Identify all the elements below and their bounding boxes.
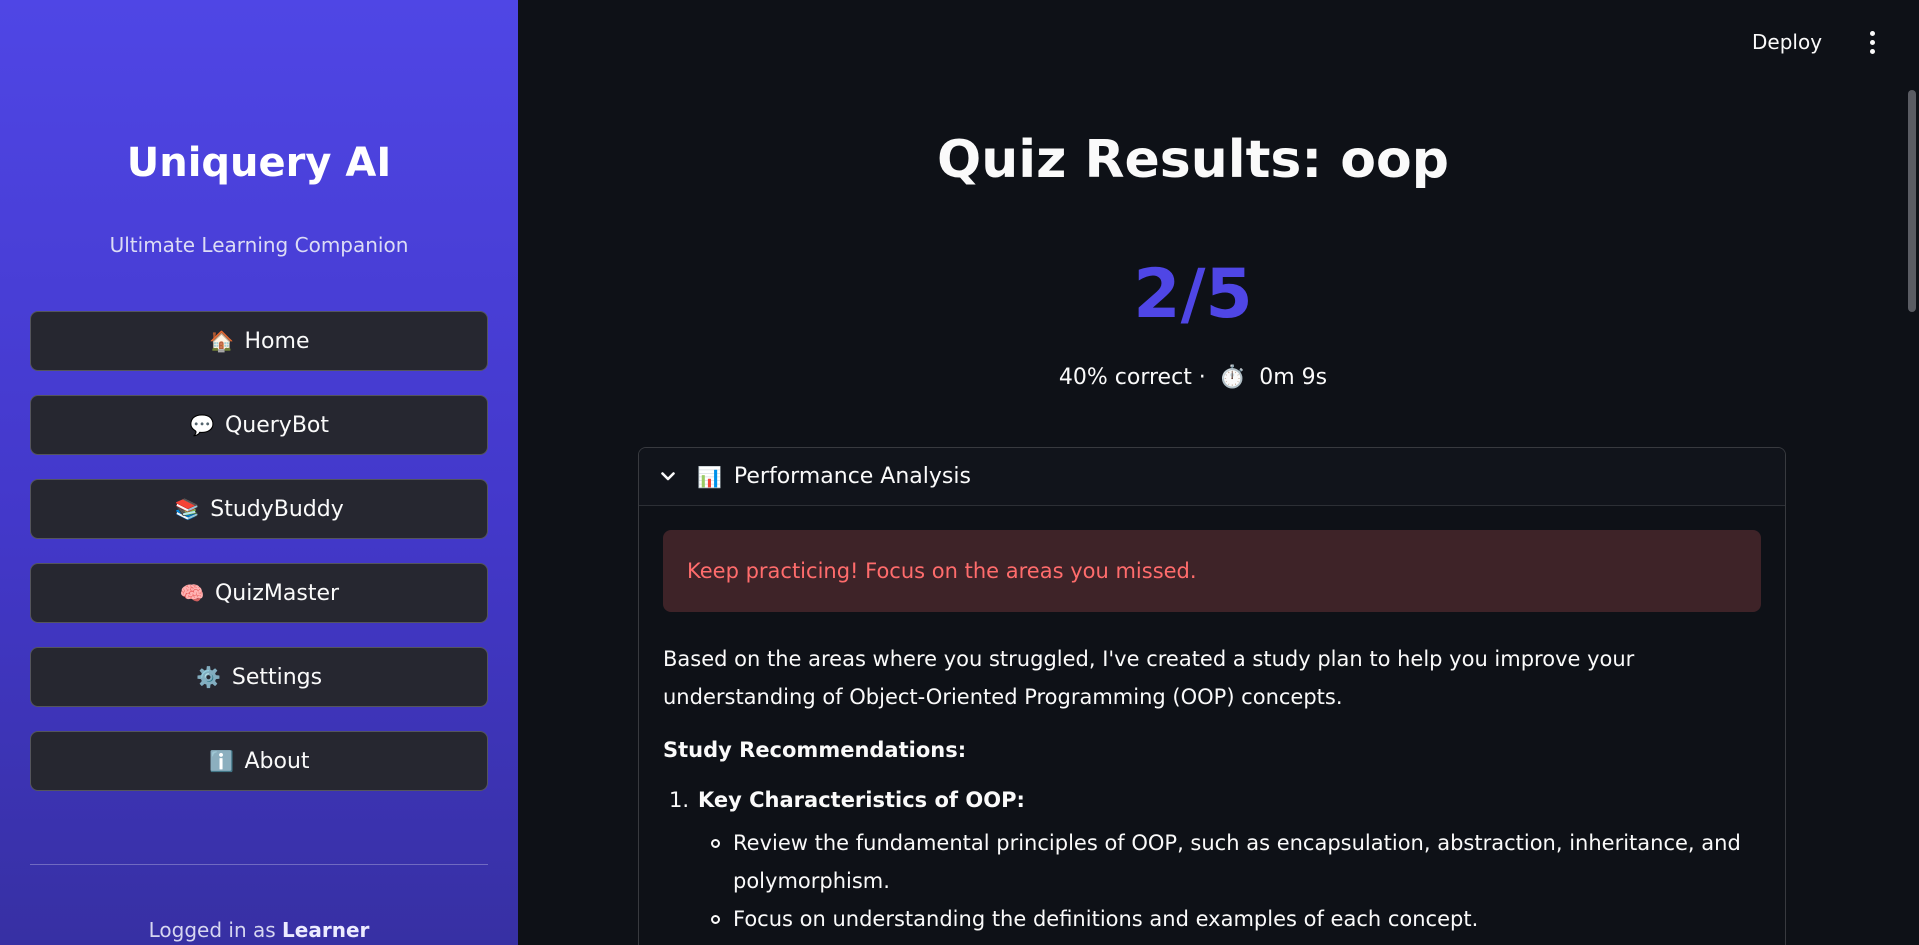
bar-chart-icon: 📊	[697, 464, 722, 489]
nav-studybuddy-button[interactable]: 📚 StudyBuddy	[30, 479, 488, 539]
recommendations-list: 1. Key Characteristics of OOP: Review th…	[663, 788, 1761, 938]
percent-correct: 40% correct ·	[1058, 365, 1206, 390]
nav-label: QuizMaster	[214, 580, 340, 606]
login-status: Logged in as Learner	[0, 918, 518, 942]
vertical-dots-icon[interactable]	[1860, 26, 1884, 58]
chevron-down-icon	[661, 470, 675, 484]
brain-icon: 🧠	[179, 581, 205, 605]
nav-quizmaster-button[interactable]: 🧠 QuizMaster	[30, 563, 488, 623]
nav-label: About	[244, 748, 310, 774]
brand-title: Uniquery AI	[126, 140, 392, 186]
nav-settings-button[interactable]: ⚙️ Settings	[30, 647, 488, 707]
sidebar-divider	[30, 864, 488, 865]
score-meta: 40% correct · ⏱️ 0m 9s	[518, 365, 1868, 390]
recommendation-title: Key Characteristics of OOP:	[698, 788, 1025, 812]
error-alert: Keep practicing! Focus on the areas you …	[663, 530, 1761, 612]
login-username: Learner	[282, 918, 370, 942]
nav-querybot-button[interactable]: 💬 QueryBot	[30, 395, 488, 455]
login-prefix: Logged in as	[148, 918, 283, 942]
nav-label: Home	[244, 328, 310, 354]
sidebar: Uniquery AI Ultimate Learning Companion …	[0, 0, 518, 945]
brand-subtitle: Ultimate Learning Companion	[109, 233, 409, 257]
timer-icon: ⏱️	[1218, 365, 1247, 390]
deploy-button[interactable]: Deploy	[1752, 28, 1822, 56]
list-item: Focus on understanding the definitions a…	[698, 900, 1761, 938]
analysis-intro: Based on the areas where you struggled, …	[663, 647, 1635, 709]
recommendations-heading: Study Recommendations:	[663, 738, 967, 762]
quiz-score: 2/5	[1133, 255, 1253, 334]
nav-label: Settings	[231, 664, 323, 690]
time-taken: 0m 9s	[1259, 365, 1328, 390]
books-icon: 📚	[174, 497, 200, 521]
speech-bubble-icon: 💬	[189, 413, 215, 437]
nav-about-button[interactable]: ℹ️ About	[30, 731, 488, 791]
nav-label: QueryBot	[224, 412, 330, 438]
expander-title: Performance Analysis	[733, 464, 971, 489]
info-icon: ℹ️	[209, 749, 234, 773]
page-title: Quiz Results: oop	[937, 130, 1449, 190]
gear-icon: ⚙️	[196, 665, 222, 689]
list-item: 1. Key Characteristics of OOP:	[663, 788, 1761, 812]
recommendation-point: Focus on understanding the definitions a…	[733, 907, 1479, 931]
bullet-icon	[698, 900, 733, 938]
performance-analysis-expander: 📊 Performance Analysis Keep practicing! …	[638, 447, 1786, 945]
nav-label: StudyBuddy	[210, 496, 344, 522]
expander-header[interactable]: 📊 Performance Analysis	[639, 448, 1785, 506]
list-item: Review the fundamental principles of OOP…	[698, 824, 1761, 900]
scrollbar-thumb[interactable]	[1908, 90, 1916, 312]
list-number: 1.	[669, 788, 690, 812]
recommendation-point: Review the fundamental principles of OOP…	[733, 831, 1741, 893]
nav-home-button[interactable]: 🏠 Home	[30, 311, 488, 371]
recommendation-points: Review the fundamental principles of OOP…	[698, 824, 1761, 938]
home-icon: 🏠	[209, 329, 234, 353]
app-root: Uniquery AI Ultimate Learning Companion …	[0, 0, 1919, 945]
bullet-icon	[698, 824, 733, 900]
